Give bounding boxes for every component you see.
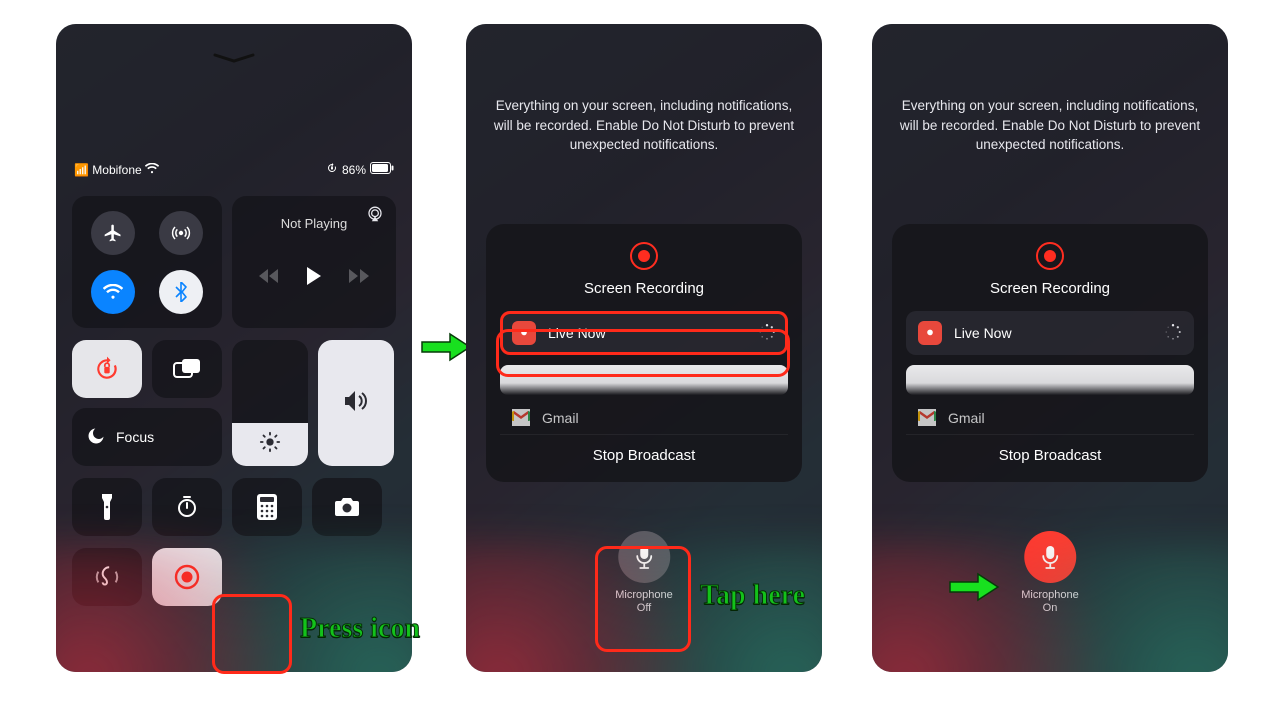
live-now-app-icon: ⏺ [918, 321, 942, 345]
calculator-button[interactable] [232, 478, 302, 536]
record-indicator-icon [630, 242, 658, 270]
mic-label-line2: On [1043, 602, 1058, 614]
hearing-button[interactable] [72, 548, 142, 606]
recording-info-text: Everything on your screen, including not… [896, 96, 1204, 155]
phone-control-center: 📶 Mobifone 86% [56, 24, 412, 672]
speaker-icon [343, 390, 369, 417]
camera-button[interactable] [312, 478, 382, 536]
microphone-icon [618, 531, 670, 583]
loading-spinner-icon [1164, 323, 1182, 344]
airplay-icon[interactable] [366, 206, 384, 227]
gmail-app-icon [512, 409, 530, 426]
phone-screen-recording-picker-mic-off: Everything on your screen, including not… [466, 24, 822, 672]
record-indicator-icon [1036, 242, 1064, 270]
status-right: 86% [326, 162, 394, 177]
screen-record-button[interactable] [152, 548, 222, 606]
mic-label-line2: Off [637, 602, 651, 614]
bluetooth-button[interactable] [159, 270, 203, 314]
annotation-tap-here-label: Tap here [700, 580, 805, 612]
orientation-lock-status-icon [326, 162, 338, 177]
media-tile[interactable]: Not Playing [232, 196, 396, 328]
battery-icon [370, 162, 394, 177]
live-now-label: Live Now [954, 325, 1152, 341]
broadcast-target-gmail[interactable]: Gmail [500, 405, 788, 426]
live-now-label: Live Now [548, 325, 746, 341]
connectivity-tile [72, 196, 222, 328]
prev-track-icon[interactable] [259, 269, 279, 288]
mic-label-line1: Microphone [615, 589, 672, 601]
stop-broadcast-button[interactable]: Stop Broadcast [906, 434, 1194, 466]
sun-icon [259, 431, 281, 458]
screen-recording-title: Screen Recording [906, 280, 1194, 297]
arrow-right-icon [420, 330, 472, 364]
status-bar: 📶 Mobifone 86% [74, 162, 394, 177]
arrow-right-icon [948, 570, 1000, 604]
screen-recording-title: Screen Recording [500, 280, 788, 297]
broadcast-target-redacted[interactable] [906, 365, 1194, 395]
microphone-icon [1024, 531, 1076, 583]
next-track-icon[interactable] [349, 269, 369, 288]
cellular-data-button[interactable] [159, 211, 203, 255]
screen-recording-card: Screen Recording ⏺ Live Now Gmail Stop B… [486, 224, 802, 482]
battery-percent: 86% [342, 163, 366, 177]
annotation-press-icon-label: Press icon [300, 613, 420, 645]
carrier-label: Mobifone [92, 163, 141, 177]
screen-recording-card: Screen Recording ⏺ Live Now Gmail Stop B… [892, 224, 1208, 482]
mic-label-line1: Microphone [1021, 589, 1078, 601]
now-playing-label: Not Playing [246, 216, 382, 231]
gmail-label: Gmail [542, 410, 579, 426]
brightness-slider[interactable] [232, 340, 308, 466]
microphone-toggle[interactable]: Microphone Off [615, 531, 672, 617]
signal-bars-icon: 📶 [74, 163, 89, 177]
gmail-label: Gmail [948, 410, 985, 426]
loading-spinner-icon [758, 323, 776, 344]
broadcast-target-gmail[interactable]: Gmail [906, 405, 1194, 426]
broadcast-target-redacted[interactable] [500, 365, 788, 395]
orientation-lock-button[interactable] [72, 340, 142, 398]
screen-mirroring-button[interactable] [152, 340, 222, 398]
sheet-grabber-icon[interactable] [213, 50, 255, 60]
flashlight-button[interactable] [72, 478, 142, 536]
status-left: 📶 Mobifone [74, 163, 159, 177]
recording-info-text: Everything on your screen, including not… [490, 96, 798, 155]
wifi-icon [145, 163, 159, 177]
gmail-app-icon [918, 409, 936, 426]
moon-icon [86, 426, 106, 449]
focus-button[interactable]: Focus [72, 408, 222, 466]
airplane-mode-button[interactable] [91, 211, 135, 255]
timer-button[interactable] [152, 478, 222, 536]
broadcast-target-live-now[interactable]: ⏺ Live Now [906, 311, 1194, 355]
broadcast-target-live-now[interactable]: ⏺ Live Now [500, 311, 788, 355]
wifi-button[interactable] [91, 270, 135, 314]
volume-slider[interactable] [318, 340, 394, 466]
stop-broadcast-button[interactable]: Stop Broadcast [500, 434, 788, 466]
microphone-toggle[interactable]: Microphone On [1021, 531, 1078, 617]
focus-label: Focus [116, 429, 154, 445]
live-now-app-icon: ⏺ [512, 321, 536, 345]
play-icon[interactable] [306, 267, 322, 290]
phone-screen-recording-picker-mic-on: Everything on your screen, including not… [872, 24, 1228, 672]
